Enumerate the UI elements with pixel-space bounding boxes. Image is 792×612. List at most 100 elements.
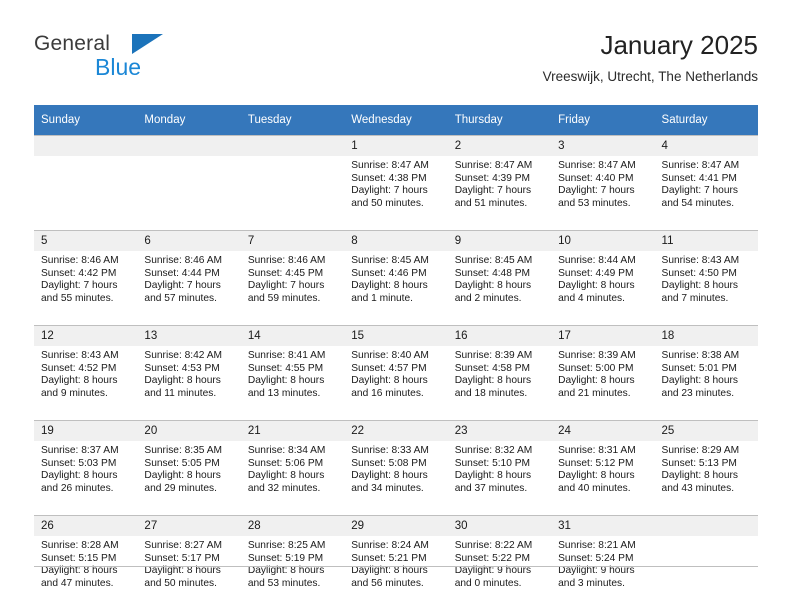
daylight-text-line2: [144, 198, 234, 211]
calendar-day-cell[interactable]: 25 Sunrise: 8:29 AM Sunset: 5:13 PM Dayligh…: [654, 420, 758, 516]
day-details: Sunrise: 8:28 AM Sunset: 5:15 PM Daylight:…: [34, 536, 138, 610]
sunset-text: Sunset: 4:50 PM: [661, 267, 737, 279]
sunrise-text: Sunrise: 8:44 AM: [558, 255, 636, 266]
sunset-text: Sunset: 4:48 PM: [454, 267, 531, 279]
day-number: 5: [34, 231, 138, 251]
calendar-day-cell[interactable]: 2 Sunrise: 8:47 AM Sunset: 4:39 PM Daylight…: [447, 135, 552, 231]
day-details: Sunrise: 8:37 AM Sunset: 5:03 PM Daylight:…: [34, 441, 138, 515]
calendar-day-cell[interactable]: 27 Sunrise: 8:27 AM Sunset: 5:17 PM Dayligh…: [137, 515, 241, 610]
calendar-day-cell[interactable]: 23 Sunrise: 8:32 AM Sunset: 5:10 PM Dayligh…: [447, 420, 552, 516]
daylight-text-line2: and 18 minutes.: [454, 387, 528, 399]
daylight-text-line1: Daylight: 8 hours: [351, 565, 428, 577]
calendar-week-row: 5 Sunrise: 8:46 AM Sunset: 4:42 PM Daylight…: [34, 230, 758, 326]
calendar-day-cell[interactable]: 6 Sunrise: 8:46 AM Sunset: 4:44 PM Daylight…: [137, 230, 241, 326]
calendar-day-cell[interactable]: 19 Sunrise: 8:37 AM Sunset: 5:03 PM Dayligh…: [34, 420, 138, 516]
sunset-text: [41, 173, 131, 186]
calendar-day-cell[interactable]: 22 Sunrise: 8:33 AM Sunset: 5:08 PM Dayligh…: [344, 420, 448, 516]
daylight-text-line1: Daylight: 8 hours: [351, 280, 428, 292]
calendar-day-cell[interactable]: 30 Sunrise: 8:22 AM Sunset: 5:22 PM Dayligh…: [447, 515, 552, 610]
sunrise-sunset-calendar: Sunday Monday Tuesday Wednesday Thursday Frid…: [34, 105, 758, 610]
day-details: Sunrise: 8:34 AM Sunset: 5:06 PM Daylight:…: [240, 441, 345, 515]
calendar-day-cell[interactable]: 21 Sunrise: 8:34 AM Sunset: 5:06 PM Dayligh…: [240, 420, 345, 516]
sunrise-text: Sunrise: 8:45 AM: [351, 255, 429, 266]
day-details: Sunrise: 8:40 AM Sunset: 4:57 PM Daylight:…: [344, 346, 448, 420]
day-number: 4: [654, 136, 758, 156]
sunset-text: Sunset: 5:01 PM: [661, 362, 737, 374]
calendar-day-cell[interactable]: 8 Sunrise: 8:45 AM Sunset: 4:46 PM Daylight…: [344, 230, 448, 326]
calendar-day-cell[interactable]: 26 Sunrise: 8:28 AM Sunset: 5:15 PM Dayligh…: [34, 515, 138, 610]
title-block: January 2025 Vreeswijk, Utrecht, The Net…: [543, 28, 758, 88]
daylight-text-line2: and 47 minutes.: [41, 577, 114, 589]
calendar-day-cell[interactable]: 9 Sunrise: 8:45 AM Sunset: 4:48 PM Daylight…: [447, 230, 552, 326]
page-subtitle: Vreeswijk, Utrecht, The Netherlands: [542, 69, 758, 84]
sunrise-text: Sunrise: 8:33 AM: [351, 445, 429, 456]
sunrise-text: Sunrise: 8:46 AM: [144, 255, 223, 266]
day-number: 26: [34, 516, 138, 536]
sunset-text: Sunset: 4:53 PM: [144, 362, 220, 374]
calendar-day-cell[interactable]: 10 Sunrise: 8:44 AM Sunset: 4:49 PM Dayligh…: [551, 230, 655, 326]
day-details: Sunrise: 8:46 AM Sunset: 4:42 PM Daylight:…: [34, 251, 138, 325]
day-details: Sunrise: 8:47 AM Sunset: 4:40 PM Daylight:…: [551, 156, 655, 230]
day-details: [34, 156, 138, 230]
day-number: 29: [344, 516, 448, 536]
calendar-page: General Blue January 2025 Vreeswijk, Utr…: [0, 0, 792, 612]
sunrise-text: Sunrise: 8:40 AM: [351, 350, 429, 361]
daylight-text-line1: Daylight: 8 hours: [661, 280, 738, 292]
sunrise-text: Sunrise: 8:47 AM: [454, 160, 533, 171]
daylight-text-line2: and 34 minutes.: [351, 482, 424, 494]
sunset-text: Sunset: 4:42 PM: [41, 267, 117, 279]
calendar-day-cell[interactable]: 4 Sunrise: 8:47 AM Sunset: 4:41 PM Daylight…: [654, 135, 758, 231]
calendar-day-cell[interactable]: 7 Sunrise: 8:46 AM Sunset: 4:45 PM Daylight…: [240, 230, 345, 326]
weekday-header-sunday: Sunday: [34, 105, 138, 136]
calendar-day-cell[interactable]: 12 Sunrise: 8:43 AM Sunset: 4:52 PM Dayligh…: [34, 325, 138, 421]
sunrise-text: Sunrise: 8:34 AM: [247, 445, 326, 456]
day-details: Sunrise: 8:43 AM Sunset: 4:52 PM Daylight:…: [34, 346, 138, 420]
calendar-day-cell[interactable]: 29 Sunrise: 8:24 AM Sunset: 5:21 PM Dayligh…: [344, 515, 448, 610]
daylight-text-line2: and 40 minutes.: [558, 482, 631, 494]
general-blue-logo[interactable]: General Blue: [34, 32, 234, 90]
sunset-text: [248, 173, 338, 186]
day-details: Sunrise: 8:44 AM Sunset: 4:49 PM Daylight:…: [551, 251, 655, 325]
daylight-text-line1: [248, 185, 338, 198]
calendar-day-cell[interactable]: 31 Sunrise: 8:21 AM Sunset: 5:24 PM Dayligh…: [551, 515, 655, 610]
calendar-day-cell[interactable]: 24 Sunrise: 8:31 AM Sunset: 5:12 PM Dayligh…: [551, 420, 655, 516]
day-details: Sunrise: 8:29 AM Sunset: 5:13 PM Daylight:…: [654, 441, 758, 515]
calendar-day-cell[interactable]: 16 Sunrise: 8:39 AM Sunset: 4:58 PM Dayligh…: [447, 325, 552, 421]
calendar-day-cell[interactable]: 14 Sunrise: 8:41 AM Sunset: 4:55 PM Dayligh…: [240, 325, 345, 421]
daylight-text-line1: Daylight: 8 hours: [351, 470, 428, 482]
day-details: Sunrise: 8:27 AM Sunset: 5:17 PM Daylight:…: [137, 536, 241, 610]
page-title: January 2025: [600, 30, 758, 60]
day-number: 17: [551, 326, 655, 346]
daylight-text-line2: and 55 minutes.: [41, 292, 114, 304]
calendar-day-cell[interactable]: 17 Sunrise: 8:39 AM Sunset: 5:00 PM Dayligh…: [551, 325, 655, 421]
calendar-day-cell[interactable]: 18 Sunrise: 8:38 AM Sunset: 5:01 PM Dayligh…: [654, 325, 758, 421]
calendar-day-cell[interactable]: 3 Sunrise: 8:47 AM Sunset: 4:40 PM Daylight…: [551, 135, 655, 231]
sunset-text: Sunset: 4:57 PM: [351, 362, 427, 374]
calendar-day-cell[interactable]: 28 Sunrise: 8:25 AM Sunset: 5:19 PM Dayligh…: [240, 515, 345, 610]
daylight-text-line2: and 29 minutes.: [144, 482, 217, 494]
day-details: Sunrise: 8:21 AM Sunset: 5:24 PM Daylight:…: [551, 536, 655, 610]
calendar-day-cell[interactable]: 15 Sunrise: 8:40 AM Sunset: 4:57 PM Dayligh…: [344, 325, 448, 421]
day-details: Sunrise: 8:39 AM Sunset: 5:00 PM Daylight:…: [551, 346, 655, 420]
daylight-text-line2: and 51 minutes.: [454, 197, 528, 209]
daylight-text-line2: and 16 minutes.: [351, 387, 424, 399]
day-details: Sunrise: 8:47 AM Sunset: 4:41 PM Daylight:…: [654, 156, 758, 230]
calendar-day-cell[interactable]: 20 Sunrise: 8:35 AM Sunset: 5:05 PM Dayligh…: [137, 420, 241, 516]
calendar-day-cell[interactable]: 13 Sunrise: 8:42 AM Sunset: 4:53 PM Dayligh…: [137, 325, 241, 421]
daylight-text-line1: Daylight: 8 hours: [41, 470, 118, 482]
calendar-day-cell[interactable]: 1 Sunrise: 8:47 AM Sunset: 4:38 PM Daylight…: [344, 135, 448, 231]
daylight-text-line2: and 37 minutes.: [454, 482, 528, 494]
day-number: 24: [551, 421, 655, 441]
daylight-text-line2: and 53 minutes.: [558, 197, 631, 209]
day-details: Sunrise: 8:32 AM Sunset: 5:10 PM Daylight:…: [447, 441, 552, 515]
calendar-day-cell[interactable]: 11 Sunrise: 8:43 AM Sunset: 4:50 PM Dayligh…: [654, 230, 758, 326]
day-number: 28: [240, 516, 345, 536]
sunrise-text: Sunrise: 8:39 AM: [558, 350, 636, 361]
sunset-text: Sunset: 5:03 PM: [41, 457, 117, 469]
daylight-text-line2: and 0 minutes.: [454, 577, 522, 589]
calendar-day-cell[interactable]: 5 Sunrise: 8:46 AM Sunset: 4:42 PM Daylight…: [34, 230, 138, 326]
sunset-text: Sunset: 5:06 PM: [247, 457, 324, 469]
day-details: Sunrise: 8:22 AM Sunset: 5:22 PM Daylight:…: [447, 536, 552, 610]
daylight-text-line1: Daylight: 8 hours: [247, 470, 325, 482]
calendar-body: 1 Sunrise: 8:47 AM Sunset: 4:38 PM Daylight…: [34, 135, 758, 610]
